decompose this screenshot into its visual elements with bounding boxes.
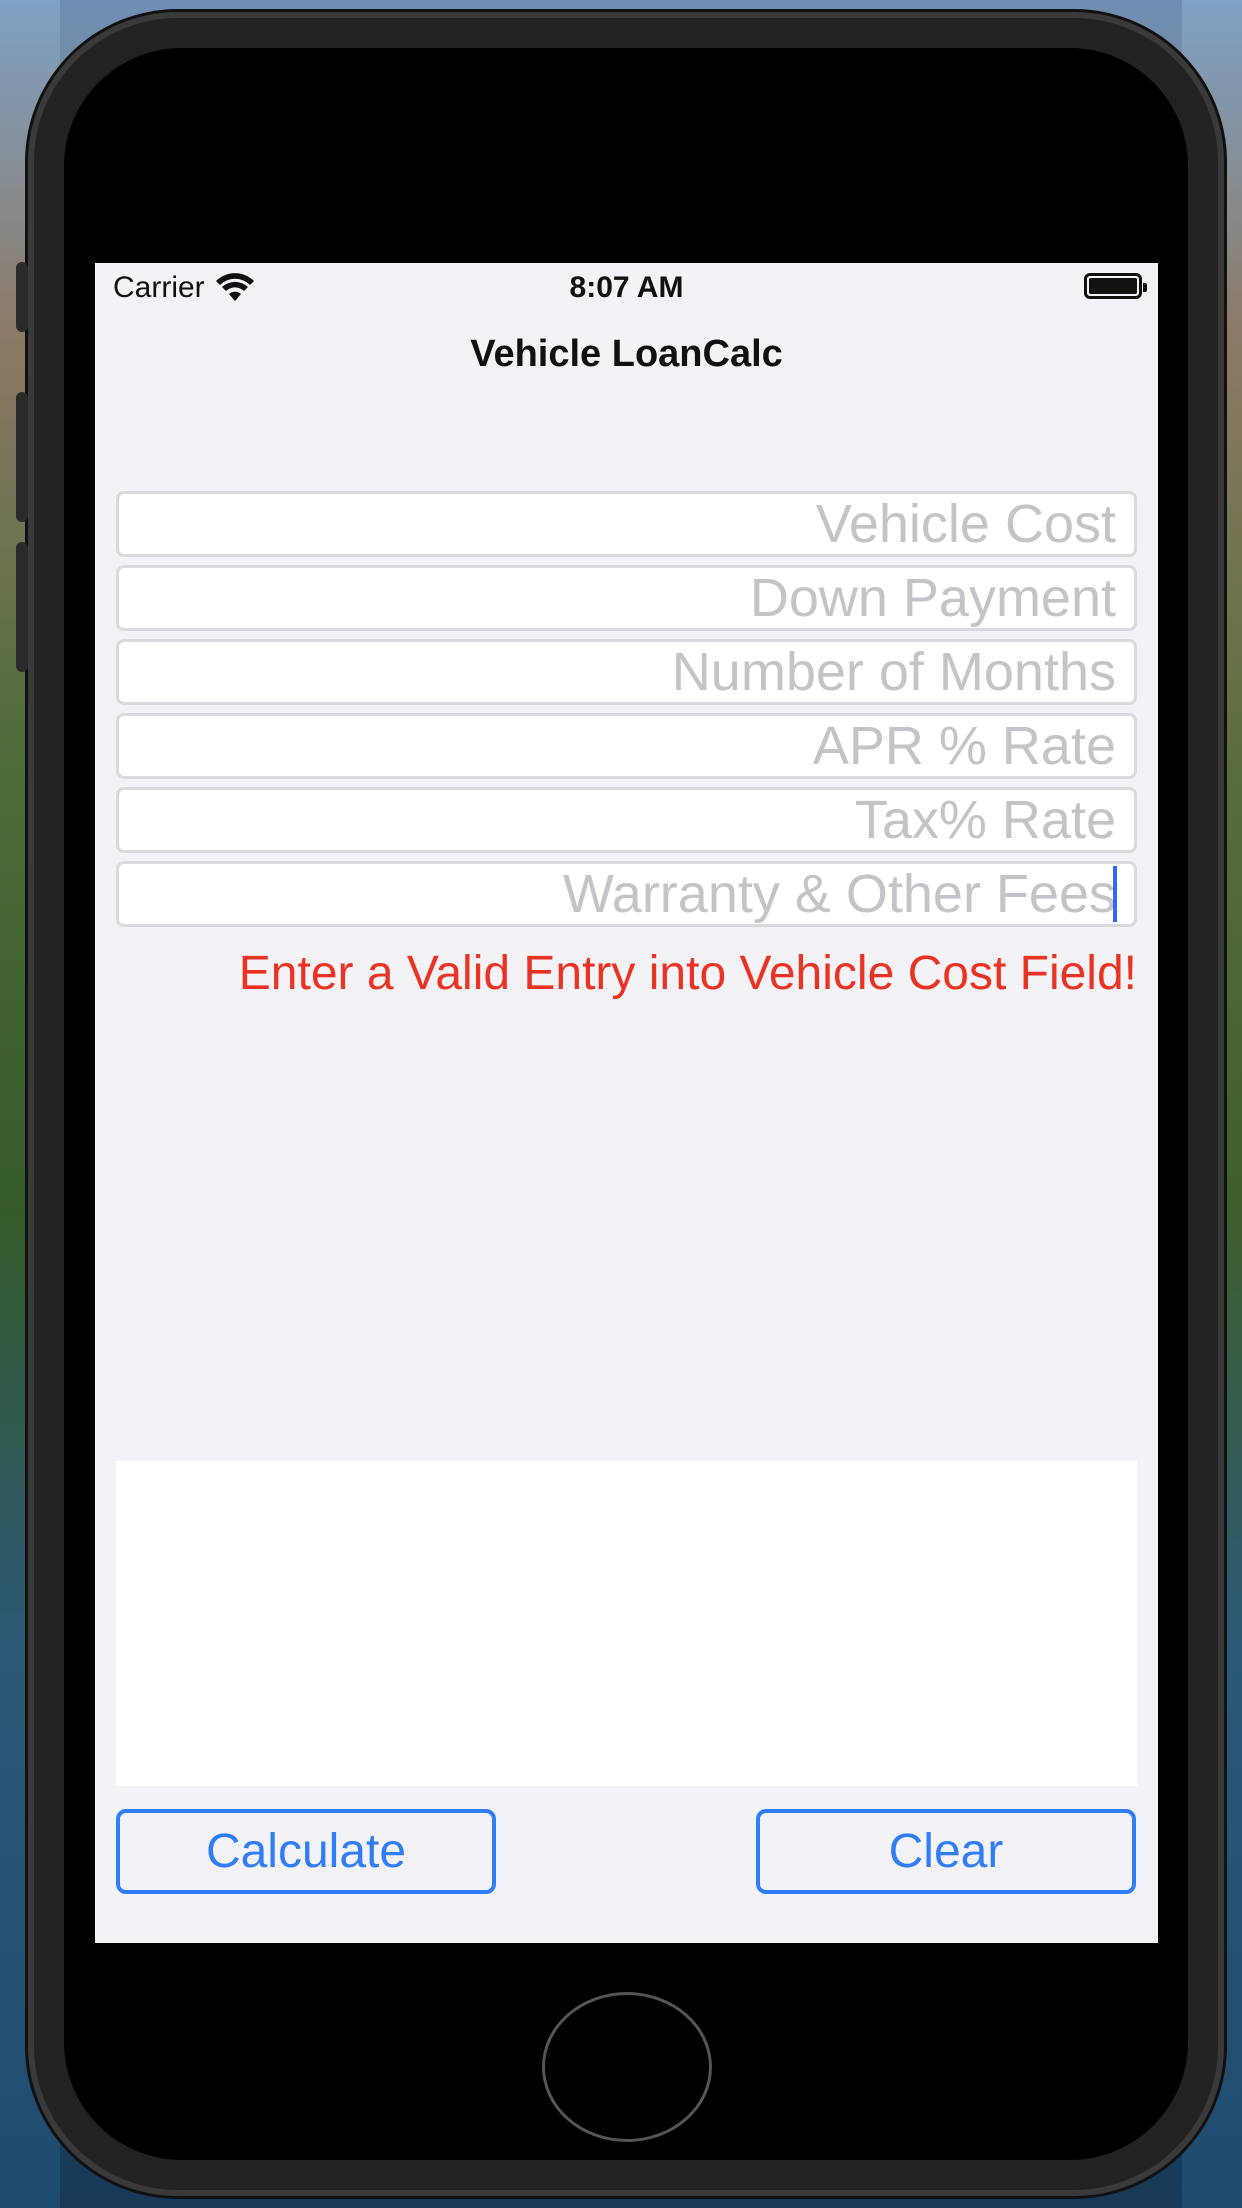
tax-rate-field[interactable] <box>116 787 1137 853</box>
warranty-fees-field[interactable] <box>116 861 1137 927</box>
apr-rate-field[interactable] <box>116 713 1137 779</box>
home-button[interactable] <box>542 1992 712 2142</box>
down-payment-field[interactable] <box>116 565 1137 631</box>
page-title: Vehicle LoanCalc <box>470 333 783 375</box>
result-text-view[interactable] <box>116 1461 1137 1786</box>
calculate-button[interactable]: Calculate <box>116 1809 496 1894</box>
number-of-months-field[interactable] <box>116 639 1137 705</box>
volume-up-button <box>16 392 28 522</box>
app-screen: Carrier 8:07 AM Vehicle LoanCalc Enter a… <box>95 263 1158 1943</box>
volume-down-button <box>16 542 28 672</box>
text-cursor <box>1113 866 1117 922</box>
status-time: 8:07 AM <box>569 271 684 304</box>
vehicle-cost-field[interactable] <box>116 491 1137 557</box>
mute-switch <box>16 262 28 332</box>
error-message: Enter a Valid Entry into Vehicle Cost Fi… <box>238 947 1137 1000</box>
battery-icon <box>1084 273 1147 299</box>
status-bar: Carrier 8:07 AM <box>95 263 1158 313</box>
clear-button[interactable]: Clear <box>756 1809 1136 1894</box>
input-form <box>116 491 1137 935</box>
